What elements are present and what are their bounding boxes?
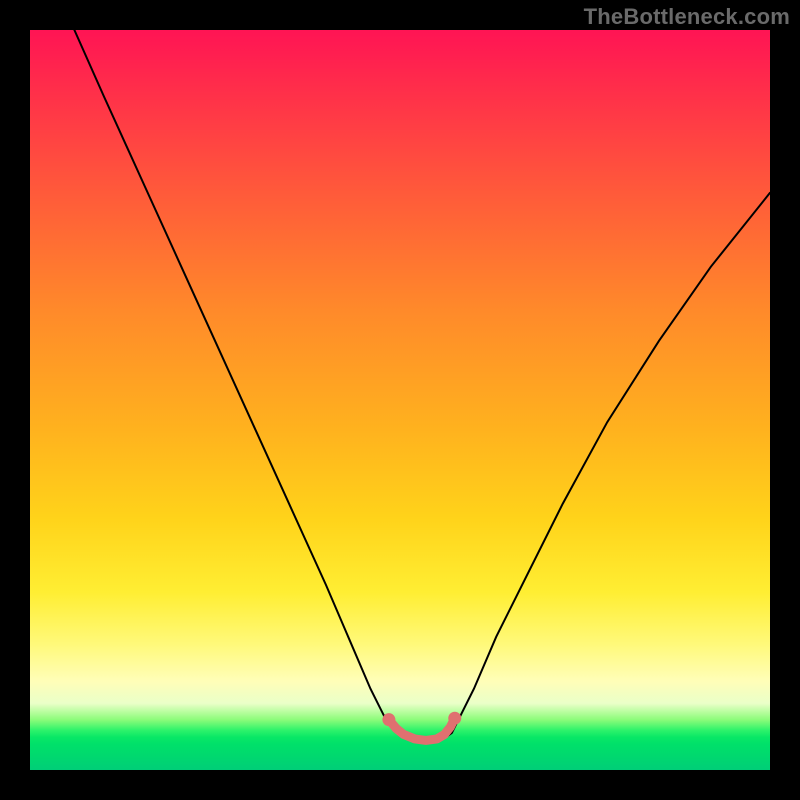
chart-frame: TheBottleneck.com (0, 0, 800, 800)
sweet-zone-dot-right (448, 712, 461, 725)
plot-area (30, 30, 770, 770)
curve-svg (30, 30, 770, 770)
sweet-zone-dot-left (382, 713, 395, 726)
bottleneck-curve (74, 30, 770, 740)
watermark-text: TheBottleneck.com (584, 4, 790, 30)
sweet-zone-marker (389, 718, 455, 740)
